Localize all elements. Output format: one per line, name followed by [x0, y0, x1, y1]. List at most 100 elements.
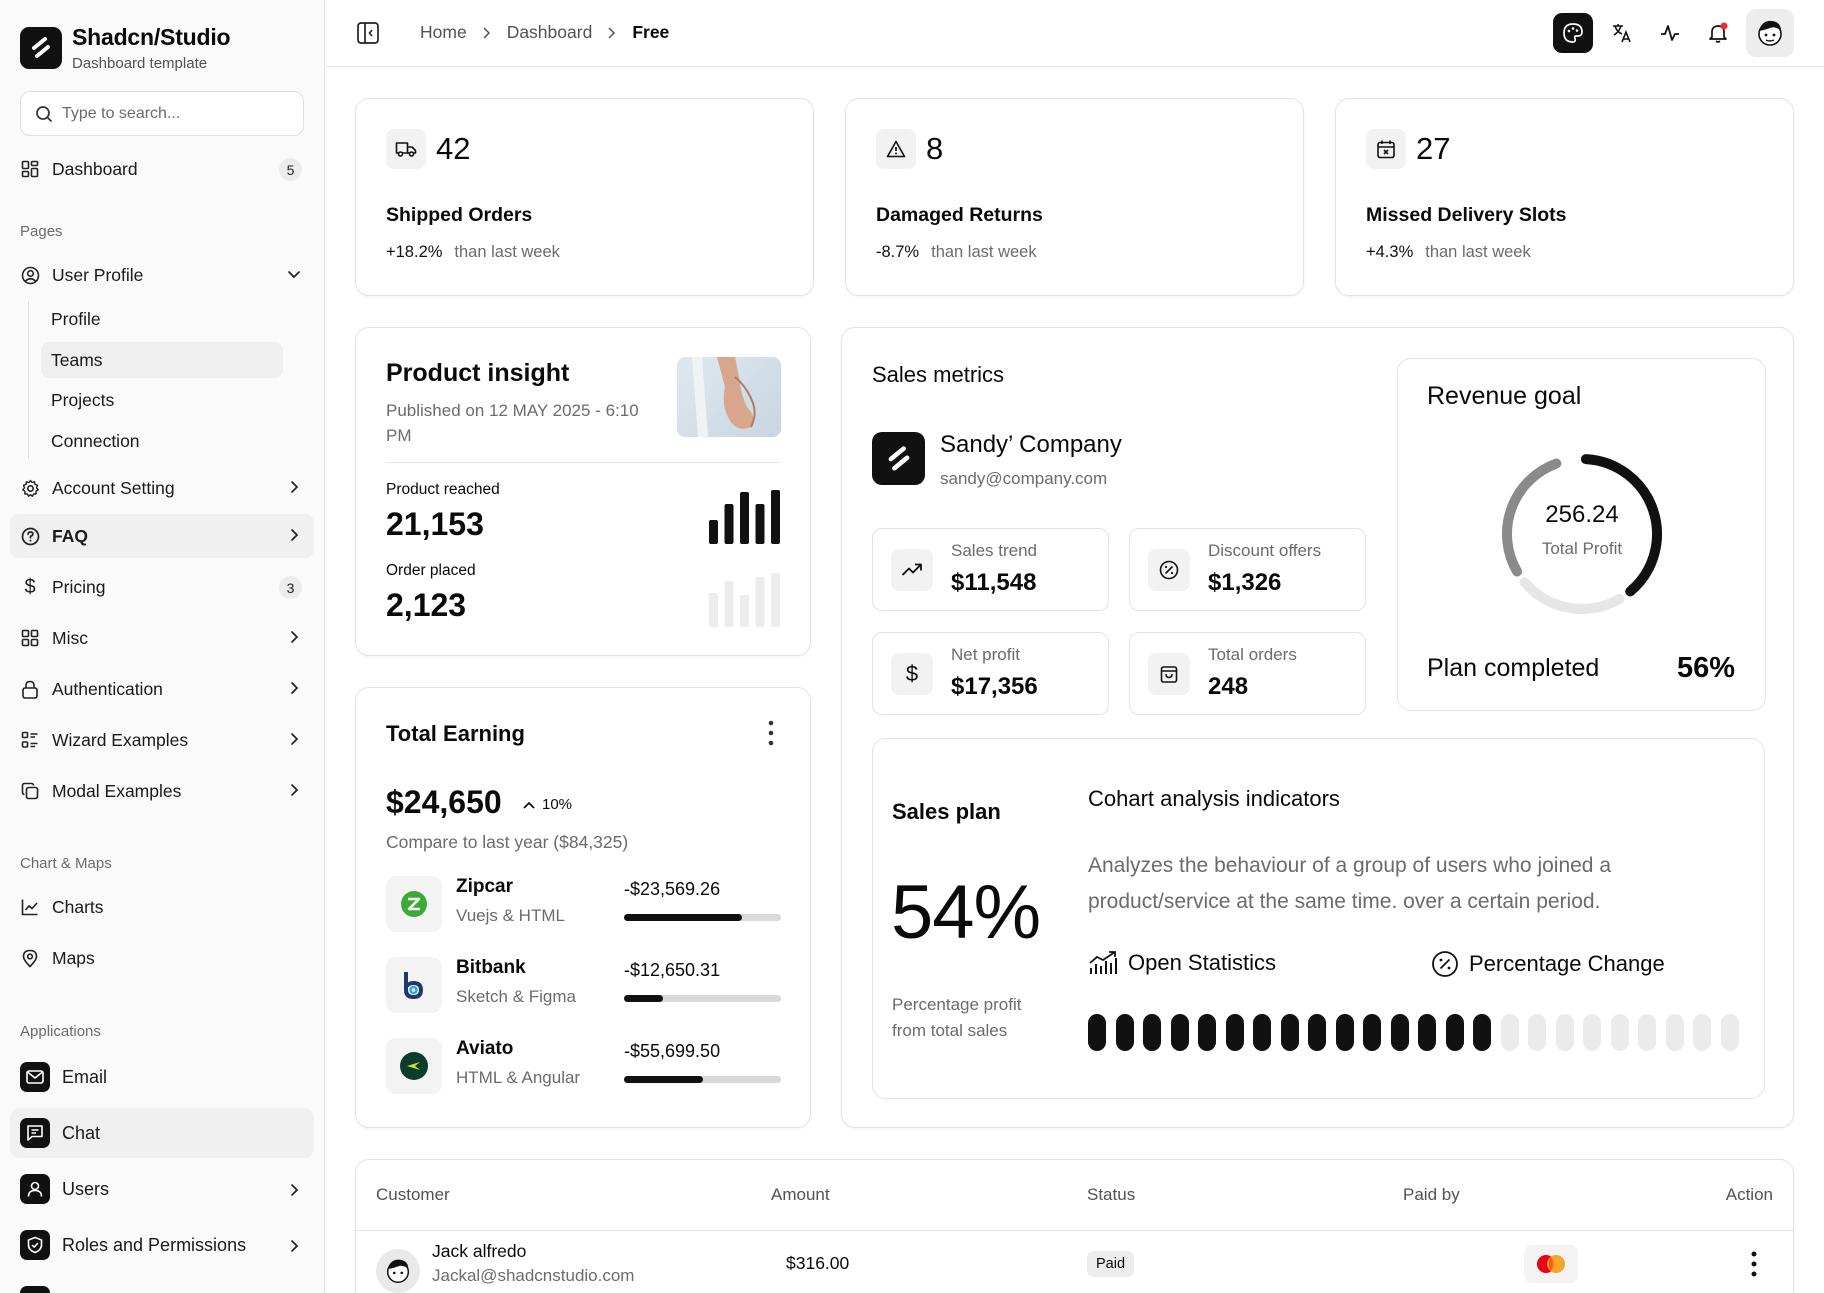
column-header[interactable]: Status — [1087, 1185, 1135, 1205]
help-circle-icon — [20, 526, 40, 546]
user-avatar[interactable] — [1746, 9, 1794, 57]
sidebar-subitem-connection[interactable]: Connection — [41, 423, 283, 459]
spark-bar — [724, 581, 734, 627]
progress-pill — [1638, 1014, 1656, 1051]
sidebar-item-misc[interactable]: Misc — [10, 616, 314, 660]
sidebar-item-label: Misc — [52, 627, 88, 648]
more-vertical-icon[interactable] — [768, 720, 774, 751]
sidebar-item-wizard-examples[interactable]: Wizard Examples — [10, 718, 314, 762]
divider — [386, 462, 781, 463]
map-pin-icon — [20, 948, 40, 968]
earning-row: Zipcar Vuejs & HTML -$23,569.26 — [386, 872, 781, 936]
sidebar-item-label: Users — [62, 1178, 110, 1199]
progress-pill — [1253, 1014, 1271, 1051]
progress-track — [624, 995, 781, 1002]
sidebar-subitem-projects[interactable]: Projects — [41, 382, 283, 418]
breadcrumb-current: Free — [632, 22, 670, 42]
section-label-chart-maps: Chart & Maps — [20, 855, 112, 872]
row-sub: Vuejs & HTML — [456, 906, 565, 925]
card-title: Product insight — [386, 359, 570, 387]
sidebar-item-label: Email — [62, 1066, 108, 1087]
breadcrumb-home[interactable]: Home — [420, 22, 467, 43]
open-statistics[interactable]: Open Statistics — [1088, 950, 1276, 976]
sidebar-toggle-icon[interactable] — [356, 21, 380, 50]
spark-bar — [724, 504, 734, 544]
progress-pill — [1198, 1014, 1216, 1051]
mail-icon — [20, 1062, 50, 1092]
activity-button[interactable] — [1650, 13, 1690, 53]
progress-pill — [1418, 1014, 1436, 1051]
search-input[interactable]: Type to search... — [20, 91, 304, 136]
sidebar-item-charts[interactable]: Charts — [10, 885, 314, 929]
sidebar-item-users[interactable]: Users — [10, 1164, 314, 1214]
stat-change-label: than last week — [454, 243, 560, 261]
sidebar-item-label: Modal Examples — [52, 780, 182, 801]
sidebar-item-more[interactable] — [10, 1276, 314, 1293]
notifications-button[interactable] — [1698, 13, 1738, 53]
progress-pills — [1088, 1014, 1748, 1051]
sidebar-subitem-profile[interactable]: Profile — [41, 301, 283, 337]
brand[interactable]: Shadcn/Studio Dashboard template — [20, 24, 231, 72]
sidebar-item-account-setting[interactable]: Account Setting — [10, 466, 314, 510]
sidebar-item-maps[interactable]: Maps — [10, 936, 314, 980]
progress-pill — [1115, 1014, 1134, 1051]
sidebar-item-user-profile[interactable]: User Profile — [10, 253, 314, 297]
sidebar-item-dashboard[interactable]: Dashboard 5 — [10, 147, 314, 191]
sidebar-item-modal-examples[interactable]: Modal Examples — [10, 769, 314, 813]
spark-bar — [771, 490, 780, 544]
column-header[interactable]: Customer — [376, 1185, 450, 1205]
brand-subtitle: Dashboard template — [72, 55, 208, 72]
language-button[interactable] — [1602, 13, 1642, 53]
row-amount: -$23,569.26 — [624, 879, 721, 899]
shield-check-icon — [20, 1230, 50, 1260]
product-image — [677, 357, 781, 437]
spark-bar — [740, 595, 749, 627]
shopping-bag-icon — [1148, 653, 1190, 695]
percentage-change[interactable]: Percentage Change — [1431, 950, 1665, 978]
earning-row: Aviato HTML & Angular -$55,699.50 — [386, 1034, 781, 1098]
row-amount: -$55,699.50 — [624, 1041, 721, 1061]
chevron-right-icon — [291, 733, 299, 745]
published-date: Published on 12 MAY 2025 - 6:10 PM — [386, 401, 639, 445]
progress-pill — [1528, 1014, 1546, 1051]
revenue-goal-card: Revenue goal 256.24 Total Profit Plan co… — [1397, 358, 1766, 711]
sidebar-item-authentication[interactable]: Authentication — [10, 667, 314, 711]
cohort-title: Cohart analysis indicators — [1088, 786, 1340, 811]
metric-sales-trend: Sales trend $11,548 — [872, 528, 1109, 611]
table-row: Jack alfredo Jackal@shadcnstudio.com $31… — [356, 1231, 1793, 1293]
progress-pill — [1720, 1014, 1739, 1051]
breadcrumb-dashboard[interactable]: Dashboard — [507, 22, 593, 43]
earning-compare: Compare to last year ($84,325) — [386, 832, 629, 852]
spark-bar — [755, 577, 765, 627]
column-header[interactable]: Action — [1726, 1185, 1773, 1205]
sidebar-item-label: Pricing — [52, 576, 106, 597]
customer-email: Jackal@shadcnstudio.com — [432, 1266, 635, 1285]
sidebar-item-roles-permissions[interactable]: Roles and Permissions — [10, 1220, 314, 1270]
metric-label: Discount offers — [1208, 541, 1322, 560]
progress-pill — [1445, 1014, 1464, 1051]
theme-button[interactable] — [1553, 13, 1593, 53]
activity-icon — [1661, 25, 1679, 41]
sidebar-item-pricing[interactable]: $ Pricing 3 — [10, 565, 314, 609]
sidebar-subitem-teams[interactable]: Teams — [41, 342, 283, 378]
chevron-right-icon — [606, 26, 618, 40]
progress-pill — [1665, 1014, 1684, 1051]
chevron-right-icon — [291, 529, 299, 541]
gear-icon — [20, 478, 40, 498]
dashboard-icon — [20, 159, 40, 179]
spark-bar — [755, 504, 765, 544]
breadcrumb: Home Dashboard Free — [420, 22, 669, 43]
sidebar-item-email[interactable]: Email — [10, 1052, 314, 1102]
sidebar-item-chat[interactable]: Chat — [10, 1108, 314, 1158]
chevron-down-icon — [288, 271, 300, 279]
column-header[interactable]: Paid by — [1403, 1185, 1460, 1205]
column-header[interactable]: Amount — [771, 1185, 830, 1205]
stat-change-label: than last week — [1425, 243, 1531, 261]
row-action-menu-icon[interactable] — [1751, 1251, 1757, 1282]
card-title: Revenue goal — [1427, 382, 1582, 410]
badge-percent-icon — [1148, 549, 1190, 591]
mastercard-icon — [1524, 1245, 1578, 1283]
stat-change: +18.2% — [386, 243, 443, 261]
stat-card-missed: 27 Missed Delivery Slots +4.3% than last … — [1335, 98, 1794, 296]
sidebar-item-faq[interactable]: FAQ — [10, 514, 314, 558]
